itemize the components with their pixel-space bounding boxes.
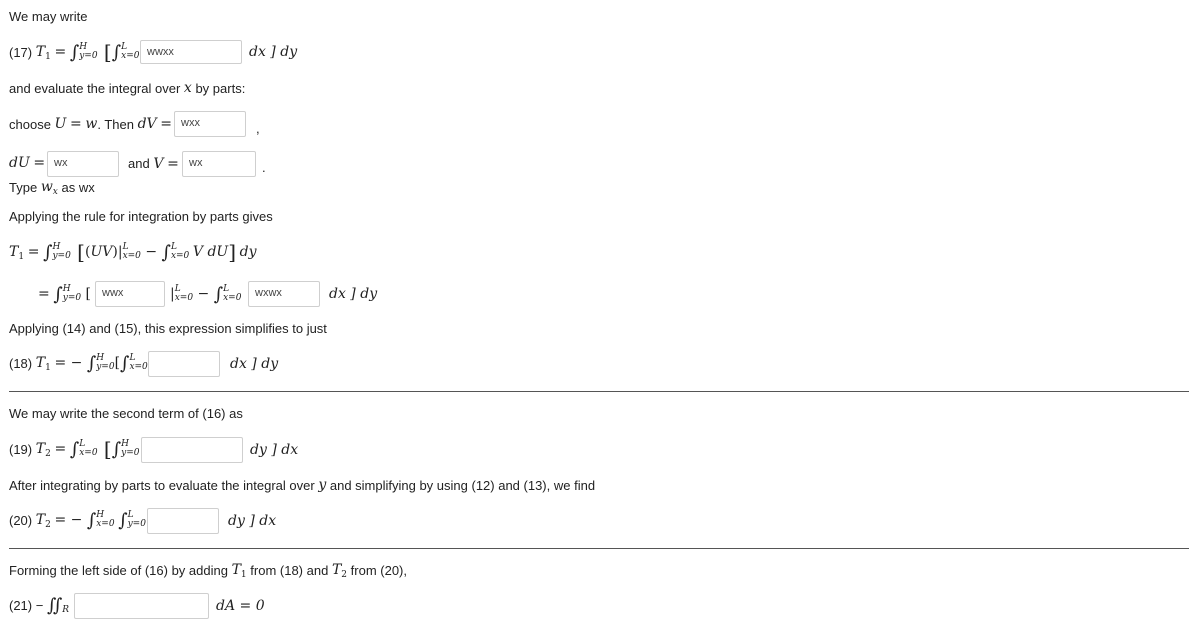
parts-middle: | Lx=0 − ∫ Lx=0 xyxy=(170,283,242,305)
type-hint: Type wx as wx xyxy=(9,179,95,197)
dU-line: dU = xyxy=(9,155,46,171)
eq17-label: (17) xyxy=(9,44,33,60)
divider-2 xyxy=(9,548,1189,549)
eq17-tail: dx ] dy xyxy=(249,44,298,60)
eq18-tail: dx ] dy xyxy=(230,356,279,372)
vdu-term-input[interactable]: wxwx xyxy=(248,281,320,307)
uv-term-input[interactable]: wwx xyxy=(95,281,165,307)
eq17-integrand-input[interactable]: wwxx xyxy=(140,40,242,64)
V-input[interactable]: wx xyxy=(182,151,256,177)
eq21-tail: dA = 0 xyxy=(216,598,265,614)
and-V-label: and V = xyxy=(128,156,179,172)
forming-text: Forming the left side of (16) by adding … xyxy=(9,562,407,580)
applying-14-15-text: Applying (14) and (15), this expression … xyxy=(9,320,327,336)
equation-19: (19) T2 = ∫ Lx=0 [∫ Hy=0 xyxy=(9,437,140,461)
period: . xyxy=(262,160,266,175)
dU-input[interactable]: wx xyxy=(47,151,119,177)
parts-substituted: = ∫ Hy=0 [ xyxy=(38,283,92,305)
divider-1 xyxy=(9,391,1189,392)
comma: , xyxy=(256,121,260,136)
equation-21: (21) − ∬ R xyxy=(9,594,70,616)
applying-rule-text: Applying the rule for integration by par… xyxy=(9,208,273,224)
evaluate-text: and evaluate the integral over x by part… xyxy=(9,80,246,96)
eq18-integrand-input[interactable] xyxy=(148,351,220,377)
eq19-integrand-input[interactable] xyxy=(141,437,243,463)
dV-input[interactable]: wxx xyxy=(174,111,246,137)
parts-tail: dx ] dy xyxy=(329,286,378,302)
parts-formula: T1 = ∫ Hy=0 [(UV)| Lx=0 − ∫ Lx=0 V dU] dy xyxy=(9,240,257,264)
equation-17: (17) T1 = ∫ Hy=0 [∫ Lx=0 xyxy=(9,40,140,64)
eq20-tail: dy ] dx xyxy=(228,513,277,529)
equation-18: (18) T1 = − ∫ Hy=0[∫ Lx=0 xyxy=(9,352,148,374)
after-integrating-text: After integrating by parts to evaluate t… xyxy=(9,477,596,493)
second-term-text: We may write the second term of (16) as xyxy=(9,405,243,421)
eq21-integrand-input[interactable] xyxy=(74,593,209,619)
choose-line: choose U = w. Then dV = xyxy=(9,116,173,132)
equation-20: (20) T2 = − ∫ Hx=0 ∫ Ly=0 xyxy=(9,509,146,531)
eq20-integrand-input[interactable] xyxy=(147,508,219,534)
intro-text: We may write xyxy=(9,8,88,24)
eq19-tail: dy ] dx xyxy=(250,442,299,458)
